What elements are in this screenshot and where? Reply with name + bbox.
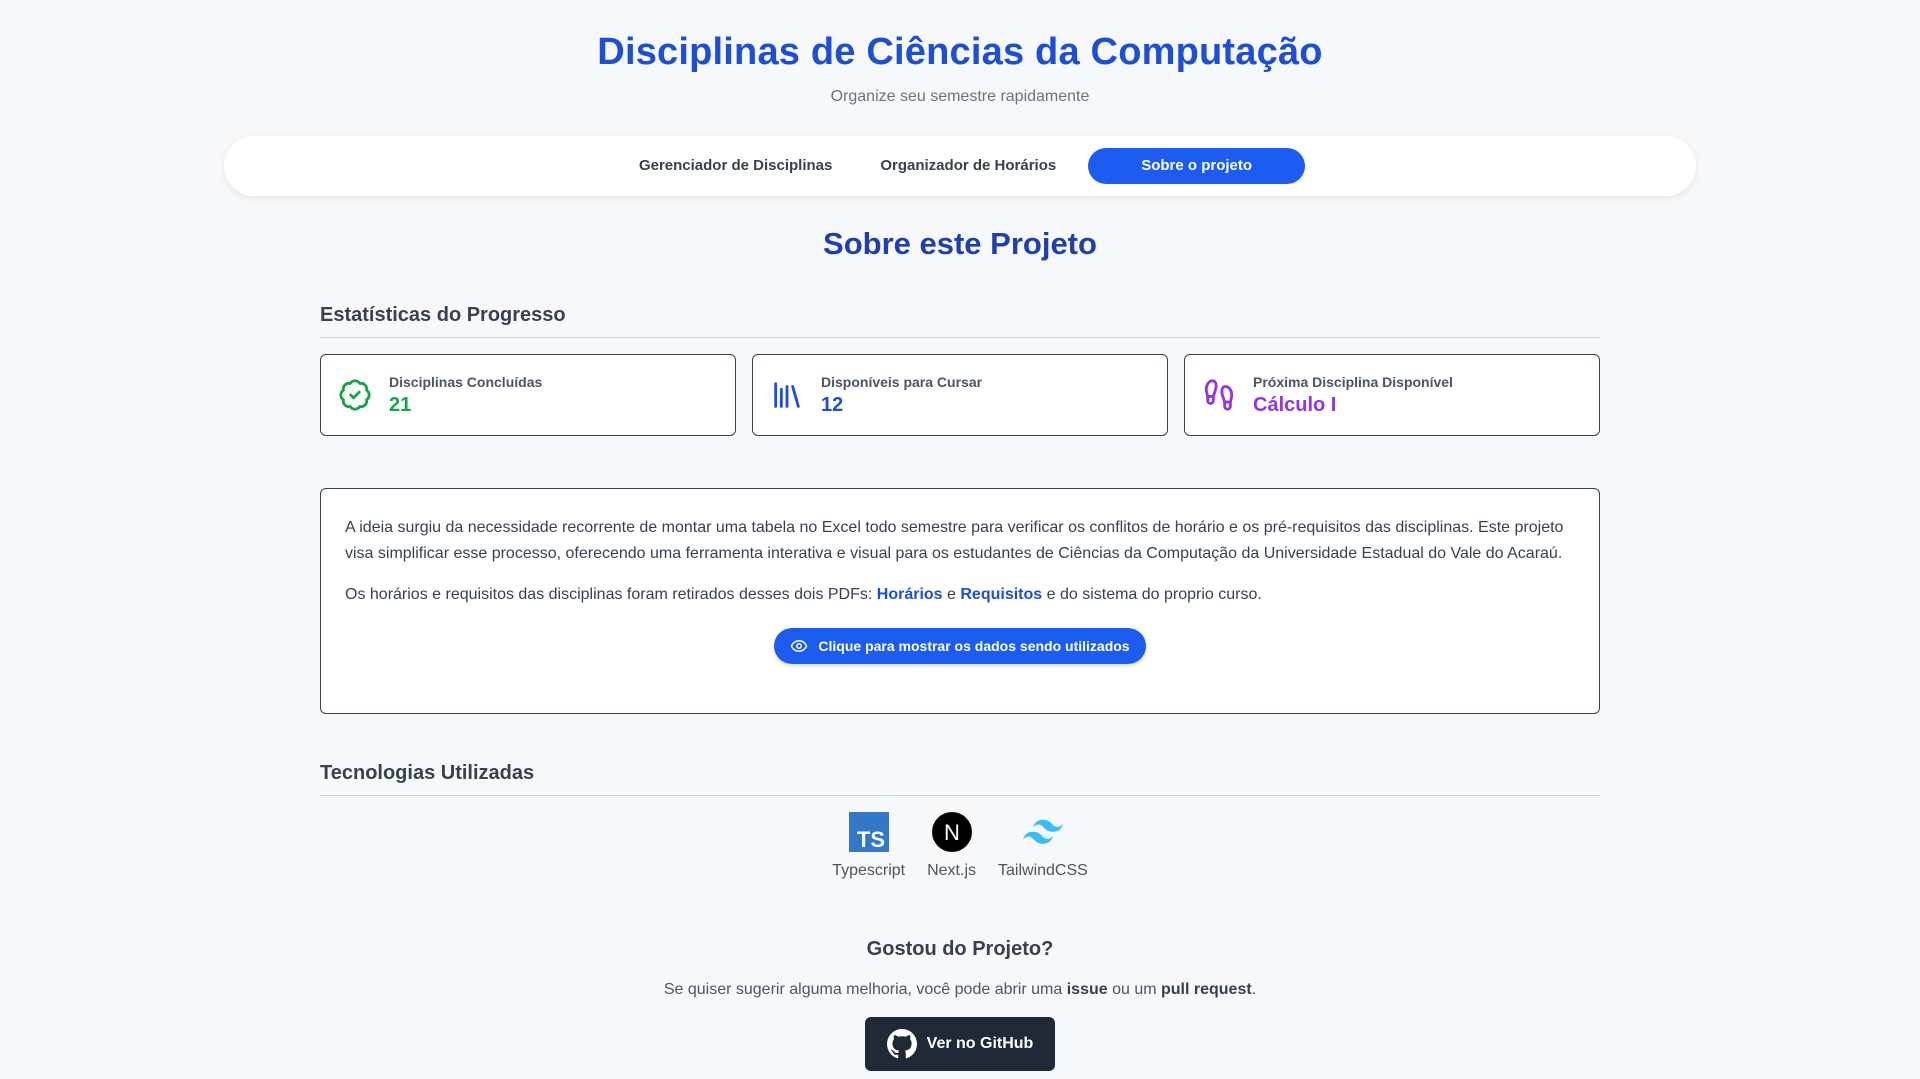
tailwind-icon bbox=[1022, 812, 1063, 852]
stats-heading: Estatísticas do Progresso bbox=[320, 304, 1600, 338]
eye-icon bbox=[791, 640, 808, 652]
tech-label: TailwindCSS bbox=[998, 862, 1088, 879]
pull-request-text: pull request bbox=[1161, 981, 1252, 998]
stat-label: Próxima Disciplina Disponível bbox=[1253, 373, 1453, 390]
footer-text-suffix: . bbox=[1251, 981, 1257, 998]
typescript-icon: TS bbox=[848, 812, 889, 852]
show-data-button[interactable]: Clique para mostrar os dados sendo utili… bbox=[774, 628, 1146, 664]
horarios-link[interactable]: Horários bbox=[877, 586, 943, 603]
tab-gerenciador-disciplinas[interactable]: Gerenciador de Disciplinas bbox=[615, 148, 856, 184]
sources-suffix: e do sistema do proprio curso. bbox=[1042, 586, 1262, 603]
stats-row: Disciplinas Concluídas 21 Disponíveis pa… bbox=[320, 354, 1600, 436]
badge-check-icon bbox=[337, 377, 373, 413]
app-title: Disciplinas de Ciências da Computação bbox=[597, 31, 1323, 73]
stat-card-disponiveis: Disponíveis para Cursar 12 bbox=[752, 354, 1168, 436]
sources-connector: e bbox=[942, 586, 961, 603]
stat-value: 12 bbox=[821, 393, 844, 416]
about-paragraph: A ideia surgiu da necessidade recorrente… bbox=[345, 519, 1564, 562]
books-icon bbox=[769, 377, 805, 413]
issue-text: issue bbox=[1066, 981, 1108, 998]
tech-item-nextjs: N Next.js bbox=[927, 812, 976, 880]
nextjs-icon: N bbox=[931, 812, 972, 852]
tech-label: Next.js bbox=[927, 862, 976, 879]
stat-label: Disciplinas Concluídas bbox=[389, 373, 543, 390]
main-nav: Gerenciador de Disciplinas Organizador d… bbox=[224, 136, 1696, 196]
tech-row: TS Typescript N Next.js TailwindCSS bbox=[320, 812, 1600, 880]
github-button[interactable]: Ver no GitHub bbox=[864, 1017, 1056, 1071]
page-title: Sobre este Projeto bbox=[823, 226, 1097, 261]
requisitos-link[interactable]: Requisitos bbox=[960, 586, 1042, 603]
github-icon bbox=[886, 1029, 917, 1059]
stat-card-concluidas: Disciplinas Concluídas 21 bbox=[320, 354, 736, 436]
about-box: A ideia surgiu da necessidade recorrente… bbox=[320, 488, 1600, 714]
tab-sobre-projeto[interactable]: Sobre o projeto bbox=[1088, 148, 1306, 184]
tech-section: Tecnologias Utilizadas TS Typescript N N… bbox=[320, 762, 1600, 880]
show-data-label: Clique para mostrar os dados sendo utili… bbox=[818, 638, 1130, 654]
stat-label: Disponíveis para Cursar bbox=[821, 373, 983, 390]
stat-card-proxima: Próxima Disciplina Disponível Cálculo I bbox=[1184, 354, 1600, 436]
sources-text: Os horários e requisitos das disciplinas… bbox=[345, 586, 877, 603]
nextjs-icon-text: N bbox=[944, 820, 960, 845]
footer-text: Se quiser sugerir alguma melhoria, você … bbox=[0, 981, 1920, 999]
footer-title: Gostou do Projeto? bbox=[866, 938, 1054, 960]
tech-item-tailwind: TailwindCSS bbox=[998, 812, 1088, 880]
tab-organizador-horarios[interactable]: Organizador de Horários bbox=[856, 148, 1080, 184]
typescript-icon-text: TS bbox=[857, 827, 885, 852]
app-subtitle: Organize seu semestre rapidamente bbox=[830, 88, 1090, 105]
github-button-label: Ver no GitHub bbox=[926, 1035, 1034, 1052]
stat-value: 21 bbox=[389, 393, 412, 416]
tech-item-typescript: TS Typescript bbox=[832, 812, 905, 880]
footprints-icon bbox=[1201, 377, 1237, 413]
tech-label: Typescript bbox=[832, 862, 906, 879]
page-header: Disciplinas de Ciências da Computação Or… bbox=[0, 0, 1920, 106]
stat-value: Cálculo I bbox=[1253, 393, 1337, 416]
footer-text-mid: ou um bbox=[1107, 981, 1161, 998]
footer: Gostou do Projeto? Se quiser sugerir alg… bbox=[0, 938, 1920, 1071]
sources-paragraph: Os horários e requisitos das disciplinas… bbox=[345, 582, 1575, 608]
footer-text-prefix: Se quiser sugerir alguma melhoria, você … bbox=[663, 981, 1067, 998]
stats-section: Estatísticas do Progresso Disciplinas Co… bbox=[320, 304, 1600, 436]
tech-heading: Tecnologias Utilizadas bbox=[320, 762, 1600, 796]
